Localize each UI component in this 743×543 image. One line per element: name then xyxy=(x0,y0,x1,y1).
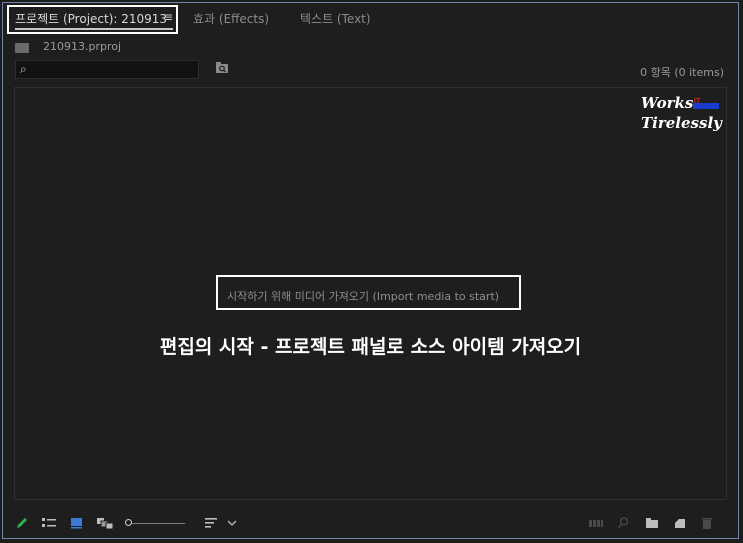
watermark-line2: Tirelessly xyxy=(641,114,722,132)
automate-to-sequence-icon[interactable] xyxy=(588,516,604,530)
bin-folder-icon xyxy=(15,43,29,53)
it-badge-icon: IT xyxy=(693,98,719,109)
import-media-hint[interactable]: 시작하기 위해 미디어 가져오기 (Import media to start) xyxy=(227,288,499,304)
icon-view-icon[interactable] xyxy=(70,516,84,530)
sort-icon[interactable] xyxy=(204,516,220,530)
new-bin-icon[interactable] xyxy=(645,516,659,530)
trash-icon[interactable] xyxy=(700,516,714,530)
project-items-area[interactable]: Works IT Tirelessly 시작하기 위해 미디어 가져오기 (Im… xyxy=(14,87,727,500)
tab-effects[interactable]: 효과 (Effects) xyxy=(193,10,269,27)
watermark-line1: Works xyxy=(641,94,694,112)
tab-project[interactable]: 프로젝트 (Project): 210913 xyxy=(15,10,167,27)
panel-menu-icon[interactable]: ≡ xyxy=(163,10,173,24)
project-panel: 프로젝트 (Project): 210913 ≡ 효과 (Effects) 텍스… xyxy=(2,2,739,539)
tab-text[interactable]: 텍스트 (Text) xyxy=(300,10,371,27)
it-badge-text: IT xyxy=(694,98,701,105)
pen-icon[interactable] xyxy=(15,516,29,530)
find-icon[interactable] xyxy=(617,516,631,530)
zoom-slider-handle[interactable] xyxy=(125,519,132,526)
list-view-icon[interactable] xyxy=(41,516,57,530)
panel-tab-bar: 프로젝트 (Project): 210913 ≡ 효과 (Effects) 텍스… xyxy=(3,3,738,34)
bottom-toolbar xyxy=(3,510,738,536)
chevron-down-icon[interactable] xyxy=(227,516,237,530)
overlay-caption: 편집의 시작 - 프로젝트 패널로 소스 아이템 가져오기 xyxy=(159,336,582,358)
search-input[interactable]: ⌕ xyxy=(15,60,199,79)
new-item-icon[interactable] xyxy=(673,516,687,530)
new-search-bin-icon[interactable] xyxy=(215,61,229,75)
active-tab-underline xyxy=(15,28,173,30)
watermark-logo: Works IT Tirelessly xyxy=(641,94,722,138)
search-icon: ⌕ xyxy=(20,62,27,76)
item-count-label: 0 항목 (0 items) xyxy=(640,66,724,79)
zoom-slider-track[interactable] xyxy=(127,523,185,524)
freeform-view-icon[interactable] xyxy=(96,516,114,530)
project-file-name: 210913.prproj xyxy=(43,40,122,53)
